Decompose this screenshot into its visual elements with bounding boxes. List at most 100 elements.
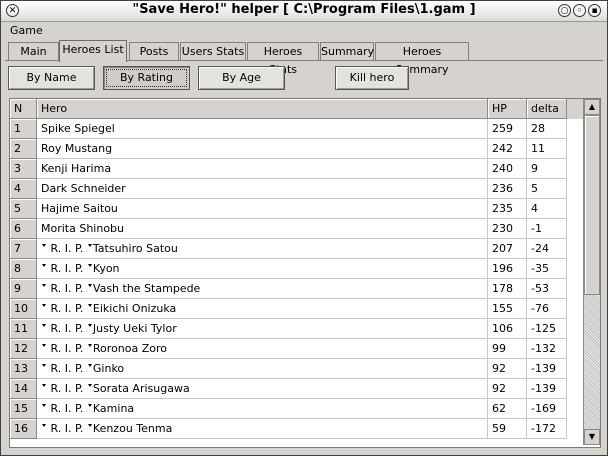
table-row[interactable]: 9 R. I. P. Vash the Stampede 178 -53 (10, 279, 567, 299)
column-header-delta[interactable]: delta (527, 99, 567, 119)
table-row[interactable]: 8 R. I. P. Kyon 196 -35 (10, 259, 567, 279)
delta-cell: 9 (527, 159, 567, 179)
hero-name: Sorata Arisugawa (92, 382, 190, 395)
rip-marker-icon (42, 324, 46, 327)
table-row[interactable]: 15 R. I. P. Kamina 62 -169 (10, 399, 567, 419)
shade-icon[interactable]: ○ (558, 4, 571, 17)
kill-hero-button[interactable]: Kill hero (335, 66, 409, 90)
title-bar[interactable]: ✕ "Save Hero!" helper [ C:\Program Files… (1, 1, 607, 22)
scroll-up-icon[interactable]: ▲ (584, 99, 600, 115)
row-number: 1 (10, 119, 37, 139)
tab-heroes-list[interactable]: Heroes List (59, 40, 127, 62)
rip-marker-icon (87, 264, 92, 267)
row-number: 12 (10, 339, 37, 359)
table-row[interactable]: 16 R. I. P. Kenzou Tenma 59 -172 (10, 419, 567, 439)
row-number: 2 (10, 139, 37, 159)
minimize-icon[interactable]: ◦ (573, 4, 586, 17)
table-row[interactable]: 5 Hajime Saitou 235 4 (10, 199, 567, 219)
table-row[interactable]: 12 R. I. P. Roronoa Zoro 99 -132 (10, 339, 567, 359)
rip-marker-icon (87, 384, 92, 387)
hero-name: Dark Schneider (41, 182, 126, 195)
delta-cell: -139 (527, 379, 567, 399)
hero-name: Roy Mustang (41, 142, 113, 155)
hero-name: Kyon (92, 262, 120, 275)
delta-cell: 5 (527, 179, 567, 199)
by-age-button[interactable]: By Age (198, 66, 285, 90)
rip-label: R. I. P. (50, 262, 84, 275)
tab-summary[interactable]: Summary (320, 42, 374, 61)
hp-cell: 207 (488, 239, 527, 259)
table-row[interactable]: 13 R. I. P. Ginko 92 -139 (10, 359, 567, 379)
hp-cell: 92 (488, 379, 527, 399)
rip-marker-icon (87, 404, 92, 407)
hero-name: Kenji Harima (41, 162, 112, 175)
hp-cell: 235 (488, 199, 527, 219)
rip-label: R. I. P. (50, 402, 84, 415)
menu-game[interactable]: Game (10, 24, 43, 37)
tab-posts[interactable]: Posts (129, 42, 179, 61)
delta-cell: -172 (527, 419, 567, 439)
rip-label: R. I. P. (50, 342, 84, 355)
maximize-icon[interactable]: ▪ (588, 4, 601, 17)
hero-name-cell: R. I. P. Roronoa Zoro (37, 339, 488, 359)
hero-name-cell: R. I. P. Sorata Arisugawa (37, 379, 488, 399)
hero-name: Spike Spiegel (41, 122, 115, 135)
row-number: 9 (10, 279, 37, 299)
tab-heroes-stats[interactable]: Heroes Stats (247, 42, 319, 76)
tab-heroes-summary[interactable]: Heroes Summary (375, 42, 469, 76)
hp-cell: 236 (488, 179, 527, 199)
column-header-hero[interactable]: Hero (37, 99, 488, 119)
menu-bar: Game (1, 22, 607, 40)
vertical-scrollbar[interactable]: ▲ ▼ (583, 99, 600, 445)
delta-cell: 11 (527, 139, 567, 159)
hero-name: Roronoa Zoro (92, 342, 168, 355)
scroll-down-icon[interactable]: ▼ (584, 429, 600, 445)
delta-cell: -35 (527, 259, 567, 279)
rip-marker-icon (42, 424, 46, 427)
rip-marker-icon (87, 244, 92, 247)
tab-users-stats[interactable]: Users Stats (180, 42, 246, 61)
rip-marker-icon (42, 284, 46, 287)
hp-cell: 92 (488, 359, 527, 379)
hp-cell: 240 (488, 159, 527, 179)
table-row[interactable]: 14 R. I. P. Sorata Arisugawa 92 -139 (10, 379, 567, 399)
table-row[interactable]: 6 Morita Shinobu 230 -1 (10, 219, 567, 239)
hero-name-cell: R. I. P. Justy Ueki Tylor (37, 319, 488, 339)
hp-cell: 230 (488, 219, 527, 239)
rip-marker-icon (42, 304, 46, 307)
hero-name: Morita Shinobu (41, 222, 125, 235)
hero-name-cell: Spike Spiegel (37, 119, 488, 139)
table-row[interactable]: 11 R. I. P. Justy Ueki Tylor 106 -125 (10, 319, 567, 339)
delta-cell: 4 (527, 199, 567, 219)
hero-name: Ginko (92, 362, 125, 375)
tab-main[interactable]: Main (8, 42, 59, 61)
table-header: N Hero HP delta (10, 99, 584, 119)
by-name-button[interactable]: By Name (8, 66, 95, 90)
rip-label: R. I. P. (50, 362, 84, 375)
hero-name-cell: R. I. P. Kyon (37, 259, 488, 279)
rip-marker-icon (42, 344, 46, 347)
scroll-thumb[interactable] (584, 115, 600, 295)
by-rating-button[interactable]: By Rating (103, 66, 190, 90)
table-row[interactable]: 7 R. I. P. Tatsuhiro Satou 207 -24 (10, 239, 567, 259)
table-row[interactable]: 2 Roy Mustang 242 11 (10, 139, 567, 159)
column-header-n[interactable]: N (10, 99, 37, 119)
hero-name-cell: Dark Schneider (37, 179, 488, 199)
rip-marker-icon (42, 244, 46, 247)
table-row[interactable]: 10 R. I. P. Eikichi Onizuka 155 -76 (10, 299, 567, 319)
delta-cell: -24 (527, 239, 567, 259)
hero-name-cell: R. I. P. Kenzou Tenma (37, 419, 488, 439)
delta-cell: 28 (527, 119, 567, 139)
table-row[interactable]: 1 Spike Spiegel 259 28 (10, 119, 567, 139)
row-number: 16 (10, 419, 37, 439)
table-row[interactable]: 4 Dark Schneider 236 5 (10, 179, 567, 199)
row-number: 14 (10, 379, 37, 399)
hp-cell: 155 (488, 299, 527, 319)
hp-cell: 259 (488, 119, 527, 139)
row-number: 5 (10, 199, 37, 219)
rip-marker-icon (87, 284, 92, 287)
delta-cell: -53 (527, 279, 567, 299)
table-row[interactable]: 3 Kenji Harima 240 9 (10, 159, 567, 179)
row-number: 10 (10, 299, 37, 319)
column-header-hp[interactable]: HP (488, 99, 527, 119)
